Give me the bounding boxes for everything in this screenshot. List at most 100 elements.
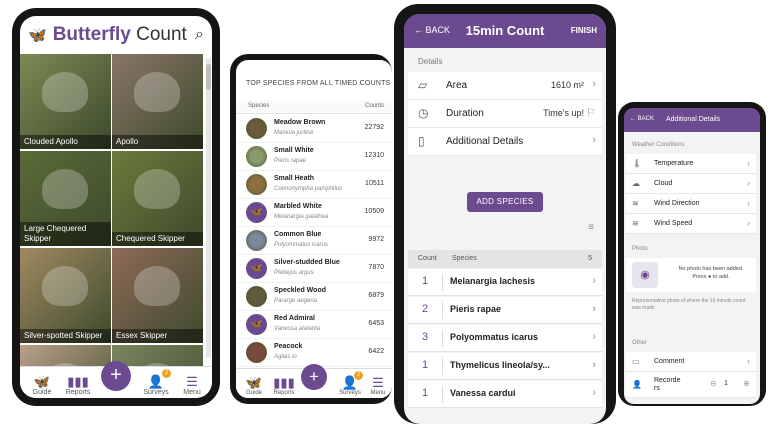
minus-icon[interactable]: ⊖: [710, 379, 717, 388]
app-header: 🦋 Butterfly Count ⌕: [20, 16, 212, 54]
add-survey-button[interactable]: +: [301, 364, 327, 390]
nav-guide[interactable]: 🦋 Guide: [24, 374, 60, 396]
scrollbar[interactable]: [206, 58, 211, 358]
additional-details-label: Additional Details: [446, 136, 524, 147]
phone-count: ← BACK 15min Count FINISH Details ▱ Area…: [394, 4, 616, 424]
arrow-left-icon: ←: [630, 116, 636, 122]
camera-icon: ●: [707, 274, 712, 280]
weather-label: Temperature: [654, 160, 694, 167]
weather-label: Cloud: [654, 180, 673, 187]
phone-guide: 🦋 Butterfly Count ⌕ Clouded Apollo Apollo…: [12, 8, 220, 406]
flag-icon: ⚐: [586, 107, 596, 119]
species-count[interactable]: 1: [422, 387, 428, 399]
table-row[interactable]: 1 Vanessa cardui ›: [408, 381, 602, 408]
chevron-right-icon: ›: [592, 387, 596, 399]
nav-menu[interactable]: ☰ Menu: [174, 374, 210, 396]
cloud-icon: ☁: [632, 179, 640, 188]
table-row[interactable]: Small White Pieris rapae 12310: [236, 143, 392, 171]
butterfly-icon: 🦋: [246, 314, 267, 335]
add-species-button[interactable]: ADD SPECIES: [467, 192, 543, 212]
guide-screen: 🦋 Butterfly Count ⌕ Clouded Apollo Apollo…: [20, 16, 212, 398]
table-row[interactable]: 3 Polyommatus icarus ›: [408, 325, 602, 352]
back-button[interactable]: ← BACK: [630, 116, 654, 122]
table-row[interactable]: 🦋 Red Admiral Vanessa atalanta 6453: [236, 311, 392, 339]
species-count[interactable]: 3: [422, 331, 428, 343]
area-value: 1610 m²: [550, 80, 584, 90]
table-row[interactable]: Speckled Wood Pararge aegeria 6879: [236, 283, 392, 311]
species-thumbnail: [246, 174, 267, 195]
species-name: Common Blue: [274, 231, 322, 238]
species-tile[interactable]: Silver-spotted Skipper: [20, 248, 111, 343]
table-row[interactable]: 🦋 Marbled White Melanargia galathea 10509: [236, 199, 392, 227]
additional-details-row[interactable]: ▯ Additional Details ›: [408, 128, 602, 156]
nav-reports[interactable]: ▮▮▮ Reports: [60, 374, 96, 396]
finish-button[interactable]: FINISH: [571, 26, 597, 35]
species-count[interactable]: 2: [422, 303, 428, 315]
table-row[interactable]: 1 Thymelicus lineola/sy... ›: [408, 353, 602, 380]
table-row[interactable]: Common Blue Polyommatus icarus 9972: [236, 227, 392, 255]
species-tile[interactable]: Chequered Skipper: [112, 151, 203, 246]
col-species: Species: [248, 103, 270, 109]
divider: [442, 358, 443, 375]
butterfly-photo: [42, 266, 88, 306]
weather-row[interactable]: ≋ Wind Direction ›: [626, 194, 756, 214]
area-row[interactable]: ▱ Area 1610 m² ›: [408, 72, 602, 100]
table-row[interactable]: 🦋 Silver-studded Blue Plebejus argus 7870: [236, 255, 392, 283]
butterfly-icon: 🦋: [246, 258, 267, 279]
table-row[interactable]: 2 Pieris rapae ›: [408, 297, 602, 324]
species-grid: Clouded Apollo Apollo Large Chequered Skip…: [20, 54, 204, 398]
species-tile[interactable]: Clouded Apollo: [20, 54, 111, 149]
menu-icon: ☰: [186, 374, 198, 389]
species-count: 6422: [368, 348, 384, 355]
chevron-right-icon: ›: [592, 303, 596, 315]
additional-header: ← BACK Additional Details: [624, 108, 760, 132]
plus-icon[interactable]: ⊕: [743, 379, 750, 388]
weather-row[interactable]: ≋ Wind Speed ›: [626, 214, 756, 234]
divider: [442, 330, 443, 347]
bar-chart-icon: ▮▮▮: [273, 375, 295, 390]
species-latin: Melanargia galathea: [274, 214, 329, 220]
species-tile[interactable]: Essex Skipper: [112, 248, 203, 343]
clipboard-icon: ▯: [418, 134, 425, 148]
nav-reports[interactable]: ▮▮▮ Reports: [270, 375, 298, 396]
nav-menu[interactable]: ☰ Menu: [364, 375, 392, 396]
scrollbar-thumb[interactable]: [206, 64, 211, 90]
table-row[interactable]: 1 Melanargia lachesis ›: [408, 269, 602, 296]
table-row[interactable]: Meadow Brown Maniola jurtina 22792: [236, 115, 392, 143]
species-name: Small White: [274, 147, 314, 154]
recorders-row[interactable]: 👤 Recorders ⊖ 1 ⊕: [626, 372, 756, 398]
title-part-1: Butterfly: [52, 24, 131, 45]
filter-icon[interactable]: ≡: [588, 222, 594, 233]
nav-guide[interactable]: 🦋 Guide: [240, 375, 268, 396]
species-name: Pieris rapae: [450, 304, 502, 314]
weather-label: Wind Speed: [654, 220, 693, 227]
search-icon[interactable]: ⌕: [195, 26, 204, 44]
comment-row[interactable]: ▭ Comment ›: [626, 352, 756, 372]
species-latin: Maniola jurtina: [274, 130, 314, 136]
weather-row[interactable]: 🌡 Temperature ›: [626, 154, 756, 174]
details-section-label: Details: [418, 57, 443, 66]
butterfly-logo-icon: 🦋: [28, 27, 47, 44]
species-thumbnail: [246, 286, 267, 307]
species-count[interactable]: 1: [422, 359, 428, 371]
duration-row[interactable]: ◷ Duration Time's up! ⚐: [408, 100, 602, 128]
weather-row[interactable]: ☁ Cloud ›: [626, 174, 756, 194]
chevron-right-icon: ›: [592, 331, 596, 343]
table-row[interactable]: Peacock Aglais io 6422: [236, 339, 392, 367]
species-tile[interactable]: Apollo: [112, 54, 203, 149]
table-row[interactable]: Small Heath Coenonympha pamphilus 10511: [236, 171, 392, 199]
species-thumbnail: [246, 118, 267, 139]
nav-guide-label: Guide: [32, 389, 52, 396]
butterfly-icon: 🦋: [33, 374, 51, 389]
photo-section-label: Photo: [632, 246, 648, 252]
species-count[interactable]: 1: [422, 275, 428, 287]
camera-icon[interactable]: ◉: [632, 262, 658, 288]
col-counts: Counts: [364, 103, 384, 109]
nav-surveys-label: Surveys: [339, 390, 361, 396]
other-section-label: Other: [632, 340, 648, 346]
species-count: 6879: [368, 292, 384, 299]
add-survey-button[interactable]: +: [101, 361, 131, 391]
species-tile[interactable]: Large Chequered Skipper: [20, 151, 111, 246]
additional-title: Additional Details: [666, 116, 721, 123]
thermometer-icon: 🌡: [632, 159, 643, 168]
